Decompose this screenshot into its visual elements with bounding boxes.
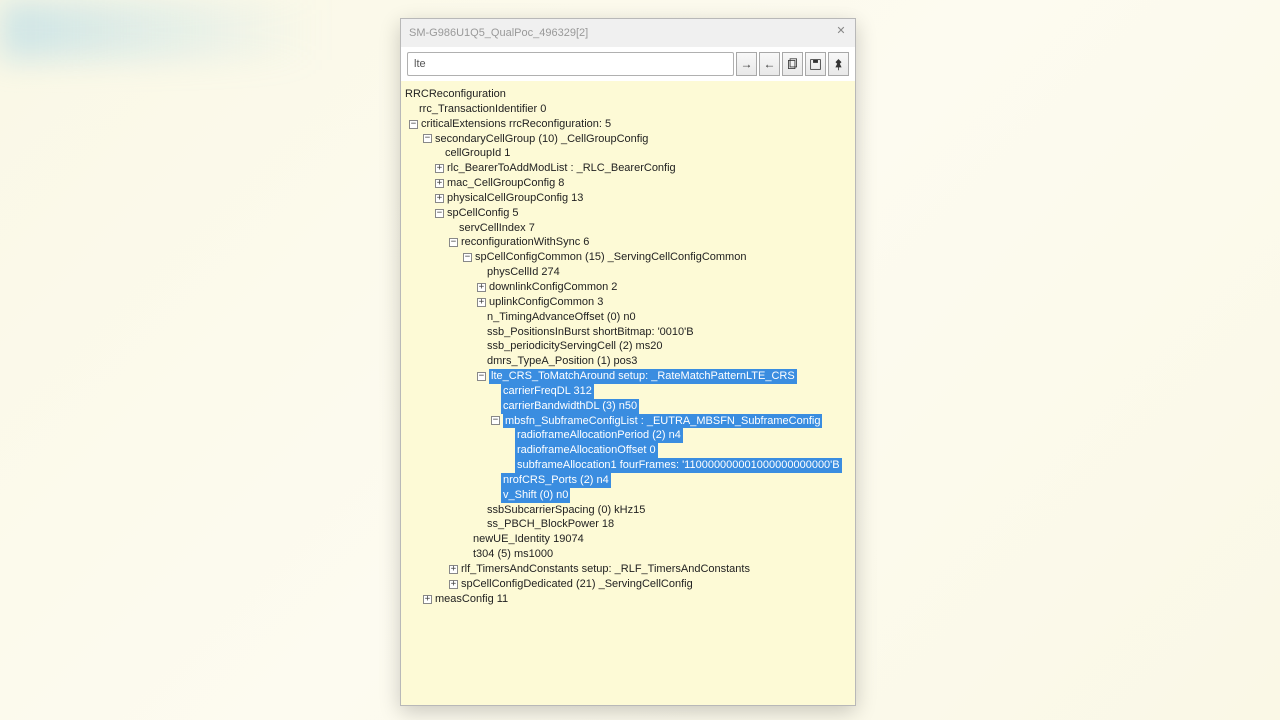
copy-icon — [786, 58, 799, 71]
tree-row[interactable]: measConfig 11 — [435, 592, 508, 607]
collapse-icon[interactable]: − — [449, 238, 458, 247]
collapse-icon[interactable]: − — [409, 120, 418, 129]
tree-row[interactable]: ssb_PositionsInBurst shortBitmap: '0010'… — [487, 325, 694, 340]
tree-row[interactable]: servCellIndex 7 — [459, 221, 535, 236]
tree-row-highlighted[interactable]: mbsfn_SubframeConfigList : _EUTRA_MBSFN_… — [503, 414, 822, 429]
tree-row[interactable]: RRCReconfiguration — [405, 87, 506, 102]
tree-row-highlighted[interactable]: lte_CRS_ToMatchAround setup: _RateMatchP… — [489, 369, 797, 384]
collapse-icon[interactable]: − — [435, 209, 444, 218]
tree-row[interactable]: rrc_TransactionIdentifier 0 — [419, 102, 546, 117]
expand-icon[interactable]: + — [477, 298, 486, 307]
tree-row-highlighted[interactable]: carrierBandwidthDL (3) n50 — [501, 399, 639, 414]
tree-row[interactable]: physCellId 274 — [487, 265, 560, 280]
expand-icon[interactable]: + — [477, 283, 486, 292]
tree-row[interactable]: uplinkConfigCommon 3 — [489, 295, 603, 310]
expand-icon[interactable]: + — [435, 164, 444, 173]
expand-icon[interactable]: + — [423, 595, 432, 604]
tree-row[interactable]: n_TimingAdvanceOffset (0) n0 — [487, 310, 636, 325]
pin-button[interactable] — [828, 52, 849, 76]
tree-row[interactable]: secondaryCellGroup (10) _CellGroupConfig — [435, 132, 648, 147]
collapse-icon[interactable]: − — [477, 372, 486, 381]
tree-row[interactable]: criticalExtensions rrcReconfiguration: 5 — [421, 117, 611, 132]
tree-row[interactable]: ss_PBCH_BlockPower 18 — [487, 517, 614, 532]
tree-row[interactable]: cellGroupId 1 — [445, 146, 510, 161]
tree-row[interactable]: spCellConfig 5 — [447, 206, 519, 221]
tree-row[interactable]: mac_CellGroupConfig 8 — [447, 176, 564, 191]
tree-row-highlighted[interactable]: v_Shift (0) n0 — [501, 488, 570, 503]
tree-row-highlighted[interactable]: subframeAllocation1 fourFrames: '1100000… — [515, 458, 842, 473]
tree-row-highlighted[interactable]: carrierFreqDL 312 — [501, 384, 594, 399]
tree-row[interactable]: ssb_periodicityServingCell (2) ms20 — [487, 339, 662, 354]
search-prev-button[interactable]: ← — [759, 52, 780, 76]
expand-icon[interactable]: + — [449, 565, 458, 574]
tree-row-highlighted[interactable]: nrofCRS_Ports (2) n4 — [501, 473, 611, 488]
pin-icon — [832, 58, 845, 71]
tree-row[interactable]: reconfigurationWithSync 6 — [461, 235, 589, 250]
tree-row-highlighted[interactable]: radioframeAllocationOffset 0 — [515, 443, 658, 458]
tree-row[interactable]: spCellConfigDedicated (21) _ServingCellC… — [461, 577, 693, 592]
tree-row[interactable]: spCellConfigCommon (15) _ServingCellConf… — [475, 250, 746, 265]
search-input[interactable] — [407, 52, 734, 76]
arrow-left-icon: ← — [764, 57, 776, 71]
collapse-icon[interactable]: − — [491, 416, 500, 425]
tree-row[interactable]: newUE_Identity 19074 — [473, 532, 584, 547]
titlebar: SM-G986U1Q5_QualPoc_496329[2] ✕ — [401, 19, 855, 47]
tree-row[interactable]: ssbSubcarrierSpacing (0) kHz15 — [487, 503, 645, 518]
arrow-right-icon: → — [741, 57, 753, 71]
tree-content[interactable]: RRCReconfiguration rrc_TransactionIdenti… — [401, 81, 855, 705]
tree-row[interactable]: downlinkConfigCommon 2 — [489, 280, 617, 295]
tree-row[interactable]: physicalCellGroupConfig 13 — [447, 191, 583, 206]
close-icon[interactable]: ✕ — [833, 24, 849, 40]
tree-row[interactable]: rlc_BearerToAddModList : _RLC_BearerConf… — [447, 161, 676, 176]
collapse-icon[interactable]: − — [463, 253, 472, 262]
copy-button[interactable] — [782, 52, 803, 76]
tree-row-highlighted[interactable]: radioframeAllocationPeriod (2) n4 — [515, 428, 683, 443]
collapse-icon[interactable]: − — [423, 134, 432, 143]
search-next-button[interactable]: → — [736, 52, 757, 76]
save-button[interactable] — [805, 52, 826, 76]
toolbar: → ← — [401, 47, 855, 81]
tree-row[interactable]: dmrs_TypeA_Position (1) pos3 — [487, 354, 637, 369]
expand-icon[interactable]: + — [435, 194, 444, 203]
tree-row[interactable]: rlf_TimersAndConstants setup: _RLF_Timer… — [461, 562, 750, 577]
expand-icon[interactable]: + — [449, 580, 458, 589]
tree-row[interactable]: t304 (5) ms1000 — [473, 547, 553, 562]
window-title: SM-G986U1Q5_QualPoc_496329[2] — [409, 27, 588, 39]
save-icon — [809, 58, 822, 71]
expand-icon[interactable]: + — [435, 179, 444, 188]
message-viewer-window: SM-G986U1Q5_QualPoc_496329[2] ✕ → ← RRCR… — [400, 18, 856, 706]
